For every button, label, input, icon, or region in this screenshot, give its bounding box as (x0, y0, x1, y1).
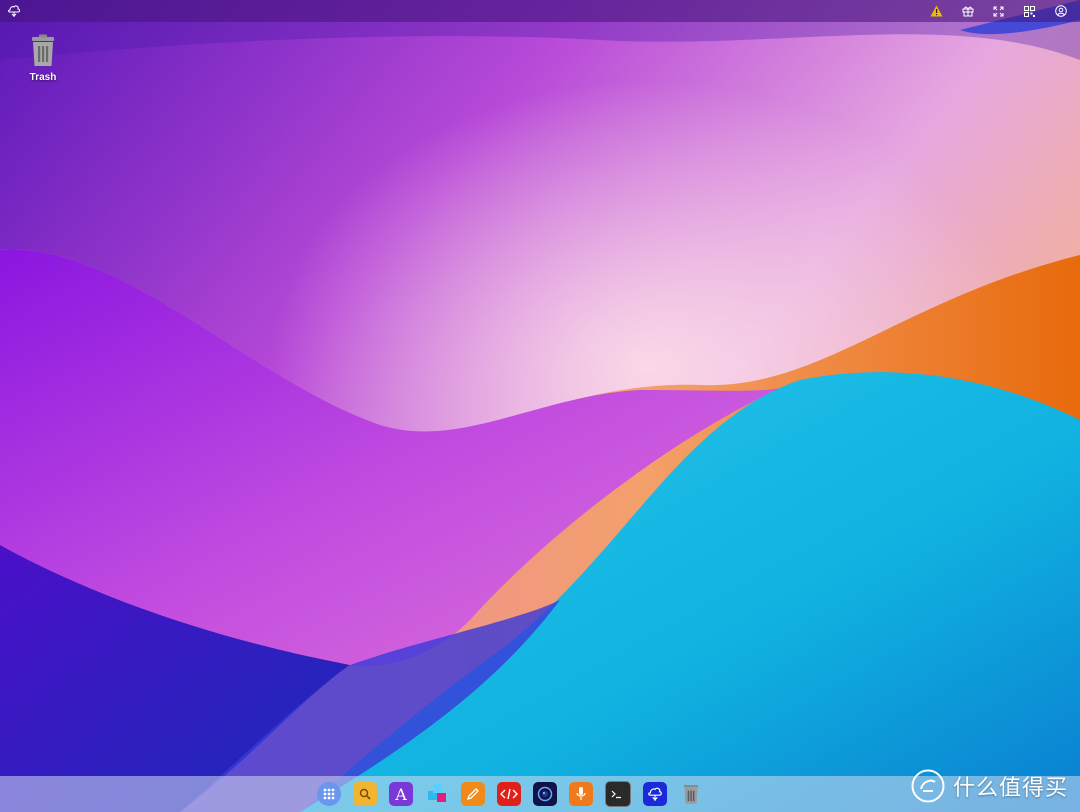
code-editor-icon[interactable] (497, 782, 521, 806)
desktop-icon-label: Trash (29, 72, 57, 83)
smzdm-logo-icon (911, 769, 945, 803)
camera-icon[interactable] (533, 782, 557, 806)
app-launcher-icon[interactable] (317, 782, 341, 806)
text-editor-icon[interactable]: A (389, 782, 413, 806)
gift-icon[interactable] (952, 0, 983, 22)
terminal-icon[interactable] (605, 781, 631, 807)
desktop-wallpaper (0, 0, 1080, 812)
user-account-icon[interactable] (1045, 0, 1076, 22)
file-manager-icon[interactable] (353, 782, 377, 806)
watermark: 什么值得买 (911, 766, 1068, 806)
system-tray (921, 0, 1076, 22)
desktop-icon-trash[interactable]: Trash (18, 34, 68, 83)
pencil-tool-icon[interactable] (461, 782, 485, 806)
warning-icon[interactable] (921, 0, 952, 22)
fullscreen-icon[interactable] (983, 0, 1014, 22)
trash-icon[interactable] (679, 782, 703, 806)
cloud-tree-icon[interactable] (643, 782, 667, 806)
app-store-icon[interactable] (425, 782, 449, 806)
svg-text:A: A (394, 785, 407, 803)
cloud-tree-logo-icon[interactable] (6, 3, 22, 19)
trash-icon (32, 34, 54, 66)
watermark-text: 什么值得买 (952, 776, 1068, 801)
microphone-icon[interactable] (569, 782, 593, 806)
qr-code-icon[interactable] (1014, 0, 1045, 22)
top-panel (0, 0, 1080, 22)
